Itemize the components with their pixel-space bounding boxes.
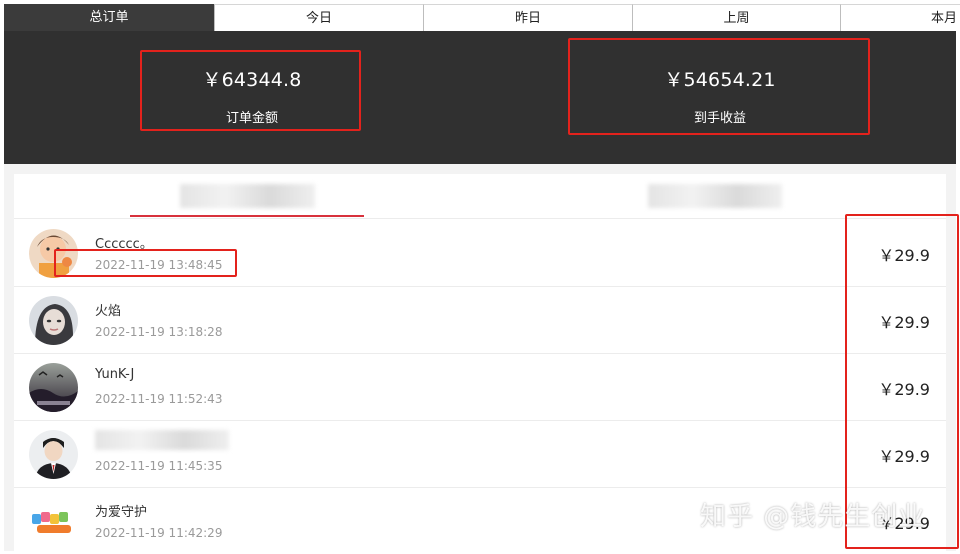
customer-name-blurred: [95, 430, 229, 450]
order-time: 2022-11-19 11:52:43: [95, 392, 223, 406]
active-subtab-underline: [130, 215, 364, 217]
order-subtabs: [14, 174, 946, 219]
avatar-photo-icon: [29, 296, 78, 345]
tab-last-week[interactable]: 上周: [632, 4, 840, 31]
period-tabs: 总订单 今日 昨日 上周 本月: [4, 4, 960, 31]
order-time: 2022-11-19 13:18:28: [95, 325, 223, 339]
tab-yesterday[interactable]: 昨日: [423, 4, 632, 31]
order-row[interactable]: YunK-J 2022-11-19 11:52:43 ￥29.9: [14, 353, 946, 421]
watermark-text: 知乎 @钱先生创业: [700, 502, 926, 532]
avatar-photo-icon: [29, 363, 78, 412]
order-time: 2022-11-19 11:42:29: [95, 526, 223, 540]
highlight-box-order-time: [54, 249, 237, 277]
subtab-right-blurred[interactable]: [648, 184, 782, 208]
order-time: 2022-11-19 11:45:35: [95, 459, 223, 473]
tab-this-month[interactable]: 本月: [840, 4, 960, 31]
tab-total-orders[interactable]: 总订单: [4, 4, 214, 31]
customer-name: YunK-J: [95, 367, 135, 382]
highlight-box-net-earnings: [568, 38, 870, 135]
tab-today[interactable]: 今日: [214, 4, 423, 31]
subtab-left-blurred[interactable]: [180, 184, 315, 208]
avatar-logo-icon: [29, 497, 78, 546]
highlight-box-order-amount: [140, 50, 361, 131]
customer-name: 为爱守护: [95, 505, 148, 520]
customer-name: 火焰: [95, 304, 122, 319]
avatar-photo-icon: [29, 430, 78, 479]
order-row[interactable]: 2022-11-19 11:45:35 ￥29.9: [14, 420, 946, 488]
order-row[interactable]: 火焰 2022-11-19 13:18:28 ￥29.9: [14, 286, 946, 354]
